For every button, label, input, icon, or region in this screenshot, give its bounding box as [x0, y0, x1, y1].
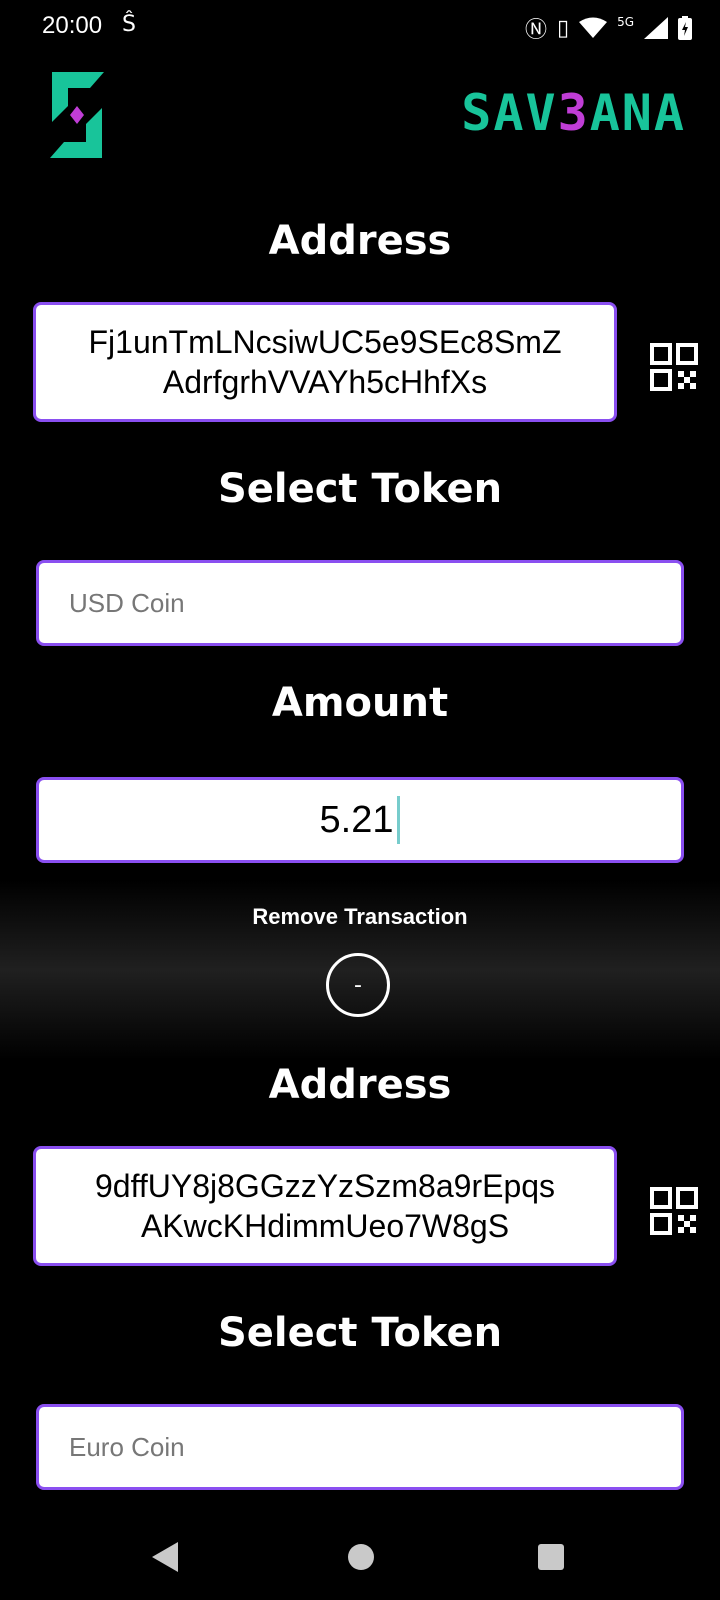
remove-transaction-label: Remove Transaction — [252, 904, 468, 929]
navigation-bar — [0, 1520, 720, 1600]
token-select-value-1: USD Coin — [69, 587, 185, 618]
wifi-icon — [579, 17, 608, 38]
status-time: 20:00 — [42, 12, 103, 39]
address-line1-1: Fj1unTmLNcsiwUC5e9SEc8SmZ — [88, 324, 562, 360]
vibrate-icon: ▯ — [556, 15, 570, 41]
status-icons: Ⓝ ▯ 5G — [525, 12, 692, 44]
qr-code-icon[interactable] — [650, 1187, 698, 1235]
address-input-1[interactable]: Fj1unTmLNcsiwUC5e9SEc8SmZ AdrfgrhVVAYh5c… — [33, 302, 617, 422]
brand-logo: SAV3ANA — [461, 84, 686, 142]
address-line2-1: AdrfgrhVVAYh5cHhfXs — [162, 364, 488, 400]
amount-label: Amount — [271, 680, 449, 726]
address-label-2: Address — [268, 1062, 452, 1108]
home-icon[interactable] — [348, 1544, 374, 1570]
remove-transaction-button[interactable]: - — [326, 953, 390, 1017]
select-token-label-1: Select Token — [217, 466, 503, 512]
token-select-1[interactable]: USD Coin — [36, 560, 684, 646]
select-token-label-2: Select Token — [217, 1310, 503, 1356]
qr-code-icon[interactable] — [650, 343, 698, 391]
text-caret — [397, 796, 401, 844]
token-select-value-2: Euro Coin — [69, 1431, 185, 1462]
brand-text-accent: 3 — [557, 84, 590, 142]
amount-value: 5.21 — [319, 798, 394, 841]
remove-button-symbol: - — [354, 972, 362, 998]
recent-apps-icon[interactable] — [538, 1544, 564, 1570]
address-input-2[interactable]: 9dffUY8j8GGzzYzSzm8a9rEpqs AKwcKHdimmUeo… — [33, 1146, 617, 1266]
back-icon[interactable] — [150, 1540, 180, 1574]
status-bar: 20:00 Ŝ Ⓝ ▯ 5G — [0, 0, 720, 56]
battery-charging-icon — [678, 16, 692, 40]
brand-text-right: ANA — [589, 84, 686, 142]
token-select-2[interactable]: Euro Coin — [36, 1404, 684, 1490]
address-line1-2: 9dffUY8j8GGzzYzSzm8a9rEpqs — [94, 1168, 556, 1204]
address-line2-2: AKwcKHdimmUeo7W8gS — [140, 1208, 510, 1244]
amount-input[interactable]: 5.21 — [36, 777, 684, 863]
nfc-icon: Ⓝ — [524, 18, 547, 43]
brand-text-left: SAV — [461, 84, 558, 142]
app-notification-icon: Ŝ — [122, 12, 136, 37]
savana-logo-icon — [50, 72, 104, 158]
address-label-1: Address — [268, 218, 452, 264]
network-type: 5G — [617, 15, 634, 29]
signal-icon — [644, 17, 668, 39]
